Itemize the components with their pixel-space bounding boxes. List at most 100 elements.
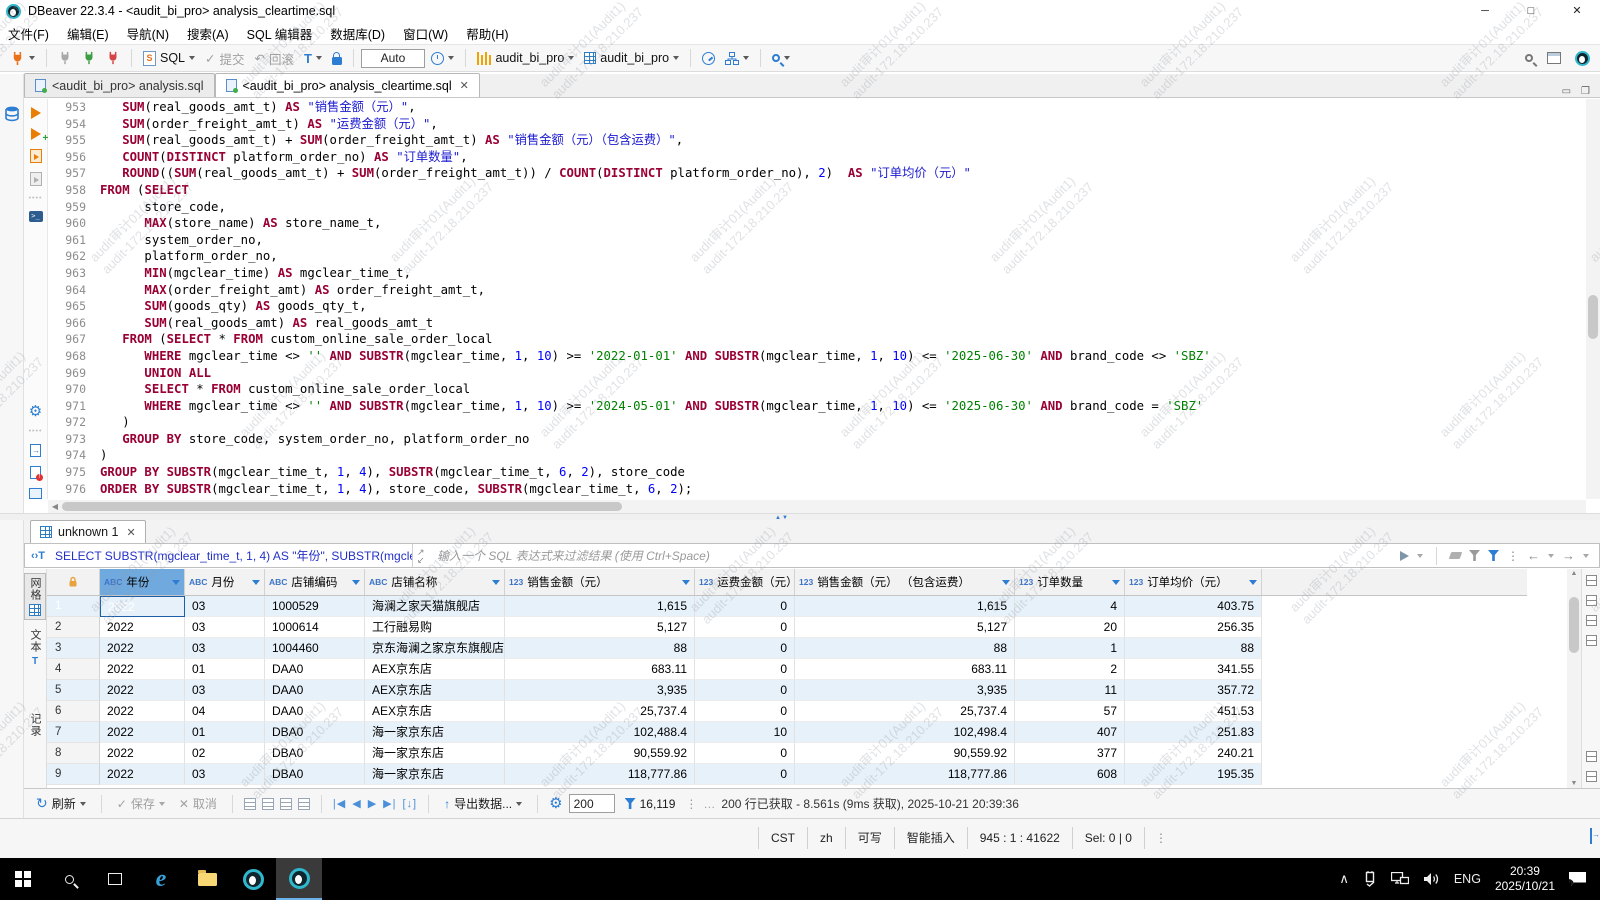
scroll-up-icon[interactable]: ▲ bbox=[1571, 570, 1578, 577]
cell[interactable]: 118,777.86 bbox=[795, 764, 1015, 785]
dbeaver-taskbar-button[interactable] bbox=[230, 858, 276, 900]
results-tab-unknown-1[interactable]: unknown 1 ✕ bbox=[30, 520, 146, 543]
cell[interactable]: 1000529 bbox=[265, 596, 365, 617]
cell[interactable]: AEX京东店 bbox=[365, 680, 505, 701]
cell[interactable]: 240.21 bbox=[1125, 743, 1262, 764]
menu-item-5[interactable]: 数据库(D) bbox=[330, 22, 395, 45]
grid-corner-cell[interactable] bbox=[47, 569, 100, 595]
explain-plan-button[interactable] bbox=[30, 172, 42, 186]
code-line-955[interactable]: 955 SUM(real_goods_amt_t) + SUM(order_fr… bbox=[48, 132, 1586, 149]
table-row[interactable]: 7202201DBA0海一家京东店102,488.410102,498.4407… bbox=[47, 722, 1527, 743]
database-select[interactable]: audit_bi_pro bbox=[473, 49, 578, 67]
code-line-962[interactable]: 962 platform_order_no, bbox=[48, 248, 1586, 265]
cell[interactable]: DAA0 bbox=[265, 659, 365, 680]
perspective-icon[interactable] bbox=[1547, 52, 1561, 64]
calc-panel-icon[interactable] bbox=[1586, 615, 1597, 626]
close-button[interactable]: ✕ bbox=[1554, 0, 1600, 22]
cell[interactable]: 3,935 bbox=[505, 680, 695, 701]
search-button[interactable] bbox=[768, 52, 794, 64]
cell[interactable]: 2022 bbox=[100, 638, 185, 659]
menu-item-3[interactable]: 搜索(A) bbox=[187, 22, 239, 45]
row-number[interactable]: 1 bbox=[47, 596, 100, 617]
cell[interactable]: 608 bbox=[1015, 764, 1125, 785]
maximize-view-icon[interactable]: ❒ bbox=[1581, 86, 1590, 97]
cell[interactable]: 0 bbox=[695, 743, 795, 764]
code-line-973[interactable]: 973 GROUP BY store_code, system_order_no… bbox=[48, 431, 1586, 448]
cell[interactable]: AEX京东店 bbox=[365, 659, 505, 680]
transaction-lock-button[interactable] bbox=[328, 50, 346, 67]
code-line-958[interactable]: 958FROM (SELECT bbox=[48, 182, 1586, 199]
cell[interactable]: 3,935 bbox=[795, 680, 1015, 701]
scrollbar-thumb[interactable] bbox=[1569, 597, 1579, 653]
cell[interactable]: AEX京东店 bbox=[365, 701, 505, 722]
cell[interactable]: 1,615 bbox=[505, 596, 695, 617]
cancel-button[interactable]: ✕ 取消 bbox=[175, 793, 221, 814]
results-vertical-scrollbar[interactable]: ▲ ▼ bbox=[1567, 569, 1581, 788]
code-line-954[interactable]: 954 SUM(order_freight_amt_t) AS "运费金额（元）… bbox=[48, 116, 1586, 133]
close-tab-icon[interactable]: ✕ bbox=[460, 79, 469, 92]
cell[interactable]: 04 bbox=[185, 701, 265, 722]
usb-tray-icon[interactable] bbox=[1363, 871, 1377, 887]
tab-analysis-sql[interactable]: <audit_bi_pro> analysis.sql bbox=[24, 73, 215, 97]
row-number[interactable]: 7 bbox=[47, 722, 100, 743]
table-row[interactable]: 6202204DAA0AEX京东店25,737.4025,737.457451.… bbox=[47, 701, 1527, 722]
metadata-panel-icon[interactable] bbox=[1586, 595, 1597, 606]
clear-filter-eraser-icon[interactable] bbox=[1449, 552, 1463, 559]
file-explorer-button[interactable] bbox=[184, 858, 230, 900]
chevron-down-icon[interactable] bbox=[1583, 554, 1589, 558]
column-filter-icon[interactable] bbox=[1002, 580, 1010, 585]
cell[interactable]: 2022 bbox=[100, 659, 185, 680]
column-filter-icon[interactable] bbox=[352, 580, 360, 585]
save-button[interactable]: ✓ 保存 bbox=[113, 793, 169, 814]
code-line-957[interactable]: 957 ROUND((SUM(real_goods_amt_t) + SUM(o… bbox=[48, 165, 1586, 182]
cell[interactable]: 03 bbox=[185, 638, 265, 659]
menu-item-1[interactable]: 编辑(E) bbox=[67, 22, 119, 45]
cell[interactable]: 0 bbox=[695, 764, 795, 785]
cell[interactable]: 01 bbox=[185, 659, 265, 680]
cell[interactable]: 90,559.92 bbox=[505, 743, 695, 764]
cell[interactable]: DAA0 bbox=[265, 680, 365, 701]
previous-page-button[interactable]: ◀ bbox=[352, 797, 361, 810]
code-line-976[interactable]: 976ORDER BY SUBSTR(mgclear_time_t, 1, 4)… bbox=[48, 481, 1586, 498]
row-number[interactable]: 2 bbox=[47, 617, 100, 638]
database-navigator-icon[interactable] bbox=[4, 106, 20, 122]
dbeaver-taskbar-button-active[interactable] bbox=[276, 858, 322, 900]
cell[interactable]: 377 bbox=[1015, 743, 1125, 764]
column-filter-icon[interactable] bbox=[492, 580, 500, 585]
code-line-975[interactable]: 975GROUP BY SUBSTR(mgclear_time_t, 1, 4)… bbox=[48, 464, 1586, 481]
tab-analysis-cleartime-sql[interactable]: <audit_bi_pro> analysis_cleartime.sql ✕ bbox=[215, 73, 480, 97]
row-number[interactable]: 5 bbox=[47, 680, 100, 701]
expand-filter-icon[interactable]: ↗↙ bbox=[413, 548, 431, 564]
cell[interactable]: 海一家京东店 bbox=[365, 743, 505, 764]
cell[interactable]: 0 bbox=[695, 659, 795, 680]
column-filter-icon[interactable] bbox=[682, 580, 690, 585]
scroll-left-icon[interactable]: ◀ bbox=[48, 502, 62, 511]
row-number[interactable]: 6 bbox=[47, 701, 100, 722]
column-filter-icon[interactable] bbox=[1249, 580, 1257, 585]
fetch-all-button[interactable]: [↓] bbox=[403, 798, 418, 810]
cell[interactable]: 2022 bbox=[100, 701, 185, 722]
panel-menu-icon[interactable] bbox=[1586, 771, 1597, 782]
output-console-icon[interactable] bbox=[29, 488, 42, 499]
code-line-974[interactable]: 974) bbox=[48, 447, 1586, 464]
duplicate-row-icon[interactable] bbox=[262, 798, 274, 810]
table-row[interactable]: 32022031004460京东海澜之家京东旗舰店88088188 bbox=[47, 638, 1527, 659]
editor-results-splitter[interactable]: ▲▼ bbox=[0, 513, 1600, 520]
code-line-953[interactable]: 953 SUM(real_goods_amt_t) AS "销售金额（元）", bbox=[48, 99, 1586, 116]
clock[interactable]: 20:39 2025/10/21 bbox=[1495, 864, 1555, 894]
cell[interactable]: 341.55 bbox=[1125, 659, 1262, 680]
code-line-964[interactable]: 964 MAX(order_freight_amt) AS order_frei… bbox=[48, 282, 1586, 299]
quick-search-icon[interactable] bbox=[1525, 54, 1533, 62]
cell[interactable]: 4 bbox=[1015, 596, 1125, 617]
sql-editor-button[interactable]: SQL bbox=[139, 49, 199, 68]
references-panel-icon[interactable] bbox=[1586, 635, 1597, 646]
taskbar-search-button[interactable] bbox=[46, 858, 92, 900]
table-row[interactable]: 12022031000529海澜之家天猫旗舰店1,61501,6154403.7… bbox=[47, 596, 1527, 617]
code-line-961[interactable]: 961 system_order_no, bbox=[48, 232, 1586, 249]
row-count-button[interactable]: 16,119 bbox=[621, 795, 680, 813]
code-line-969[interactable]: 969 UNION ALL bbox=[48, 365, 1586, 382]
row-number[interactable]: 9 bbox=[47, 764, 100, 785]
cell[interactable]: 407 bbox=[1015, 722, 1125, 743]
cell[interactable]: 256.35 bbox=[1125, 617, 1262, 638]
cell[interactable]: 25,737.4 bbox=[795, 701, 1015, 722]
